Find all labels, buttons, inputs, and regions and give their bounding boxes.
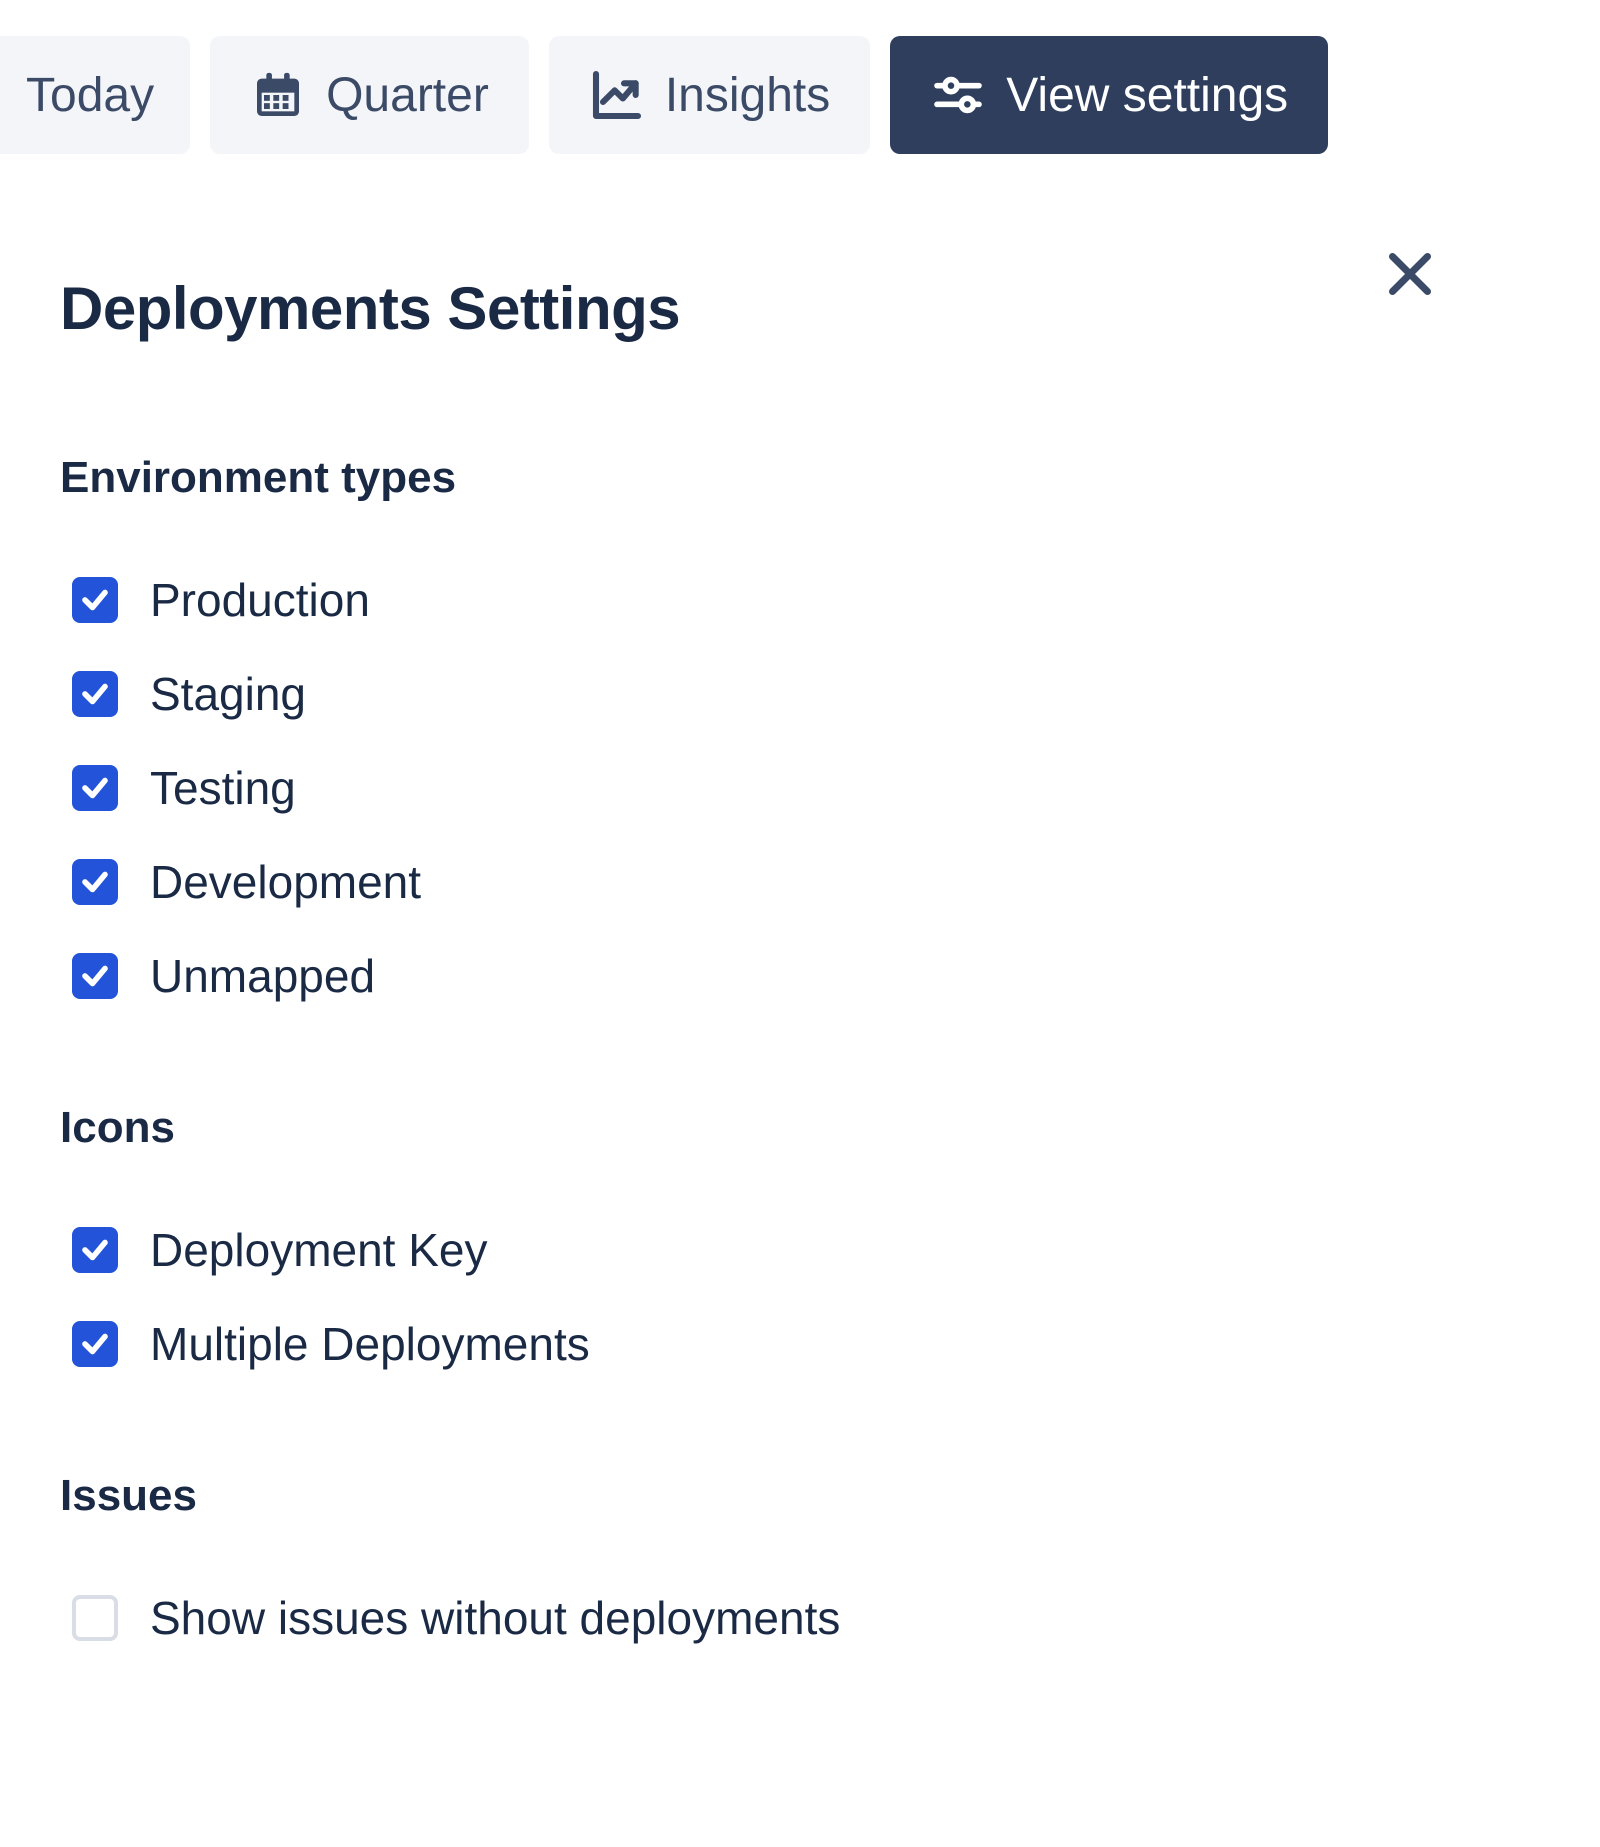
close-button[interactable]	[1380, 244, 1440, 304]
sliders-icon	[930, 67, 986, 123]
toolbar-label: Quarter	[326, 68, 489, 123]
env-testing[interactable]: Testing	[72, 761, 1440, 815]
checkbox-label: Show issues without deployments	[150, 1591, 840, 1645]
env-development[interactable]: Development	[72, 855, 1440, 909]
checkbox-icon	[72, 577, 118, 623]
checkbox-label: Testing	[150, 761, 296, 815]
quarter-button[interactable]: Quarter	[210, 36, 529, 154]
section-heading: Icons	[60, 1103, 1440, 1153]
view-settings-button[interactable]: View settings	[890, 36, 1328, 154]
checkbox-label: Deployment Key	[150, 1223, 488, 1277]
chart-icon	[589, 67, 645, 123]
icons-deployment-key[interactable]: Deployment Key	[72, 1223, 1440, 1277]
section-heading: Issues	[60, 1471, 1440, 1521]
issues-show-without[interactable]: Show issues without deployments	[72, 1591, 1440, 1645]
checkbox-icon	[72, 765, 118, 811]
checkbox-label: Production	[150, 573, 370, 627]
deployments-settings-panel: Deployments Settings Environment types P…	[0, 154, 1500, 1645]
checkbox-icon	[72, 1595, 118, 1641]
checkbox-icon	[72, 953, 118, 999]
environment-types-section: Environment types Production Staging Tes…	[60, 453, 1440, 1003]
toolbar-label: Today	[26, 68, 154, 123]
issues-section: Issues Show issues without deployments	[60, 1471, 1440, 1645]
insights-button[interactable]: Insights	[549, 36, 870, 154]
checkbox-label: Development	[150, 855, 421, 909]
panel-title: Deployments Settings	[60, 274, 680, 343]
env-production[interactable]: Production	[72, 573, 1440, 627]
toolbar-label: Insights	[665, 68, 830, 123]
checkbox-label: Unmapped	[150, 949, 375, 1003]
env-unmapped[interactable]: Unmapped	[72, 949, 1440, 1003]
icons-multiple-deployments[interactable]: Multiple Deployments	[72, 1317, 1440, 1371]
icons-section: Icons Deployment Key Multiple Deployment…	[60, 1103, 1440, 1371]
section-heading: Environment types	[60, 453, 1440, 503]
calendar-icon	[250, 67, 306, 123]
toolbar-label: View settings	[1006, 68, 1288, 123]
checkbox-icon	[72, 1321, 118, 1367]
checkbox-label: Staging	[150, 667, 306, 721]
env-staging[interactable]: Staging	[72, 667, 1440, 721]
today-button[interactable]: Today	[0, 36, 190, 154]
panel-header: Deployments Settings	[60, 274, 1440, 343]
checkbox-icon	[72, 1227, 118, 1273]
checkbox-icon	[72, 859, 118, 905]
checkbox-label: Multiple Deployments	[150, 1317, 590, 1371]
checkbox-icon	[72, 671, 118, 717]
toolbar: Today Quarter	[0, 0, 1600, 154]
close-icon	[1380, 244, 1440, 304]
